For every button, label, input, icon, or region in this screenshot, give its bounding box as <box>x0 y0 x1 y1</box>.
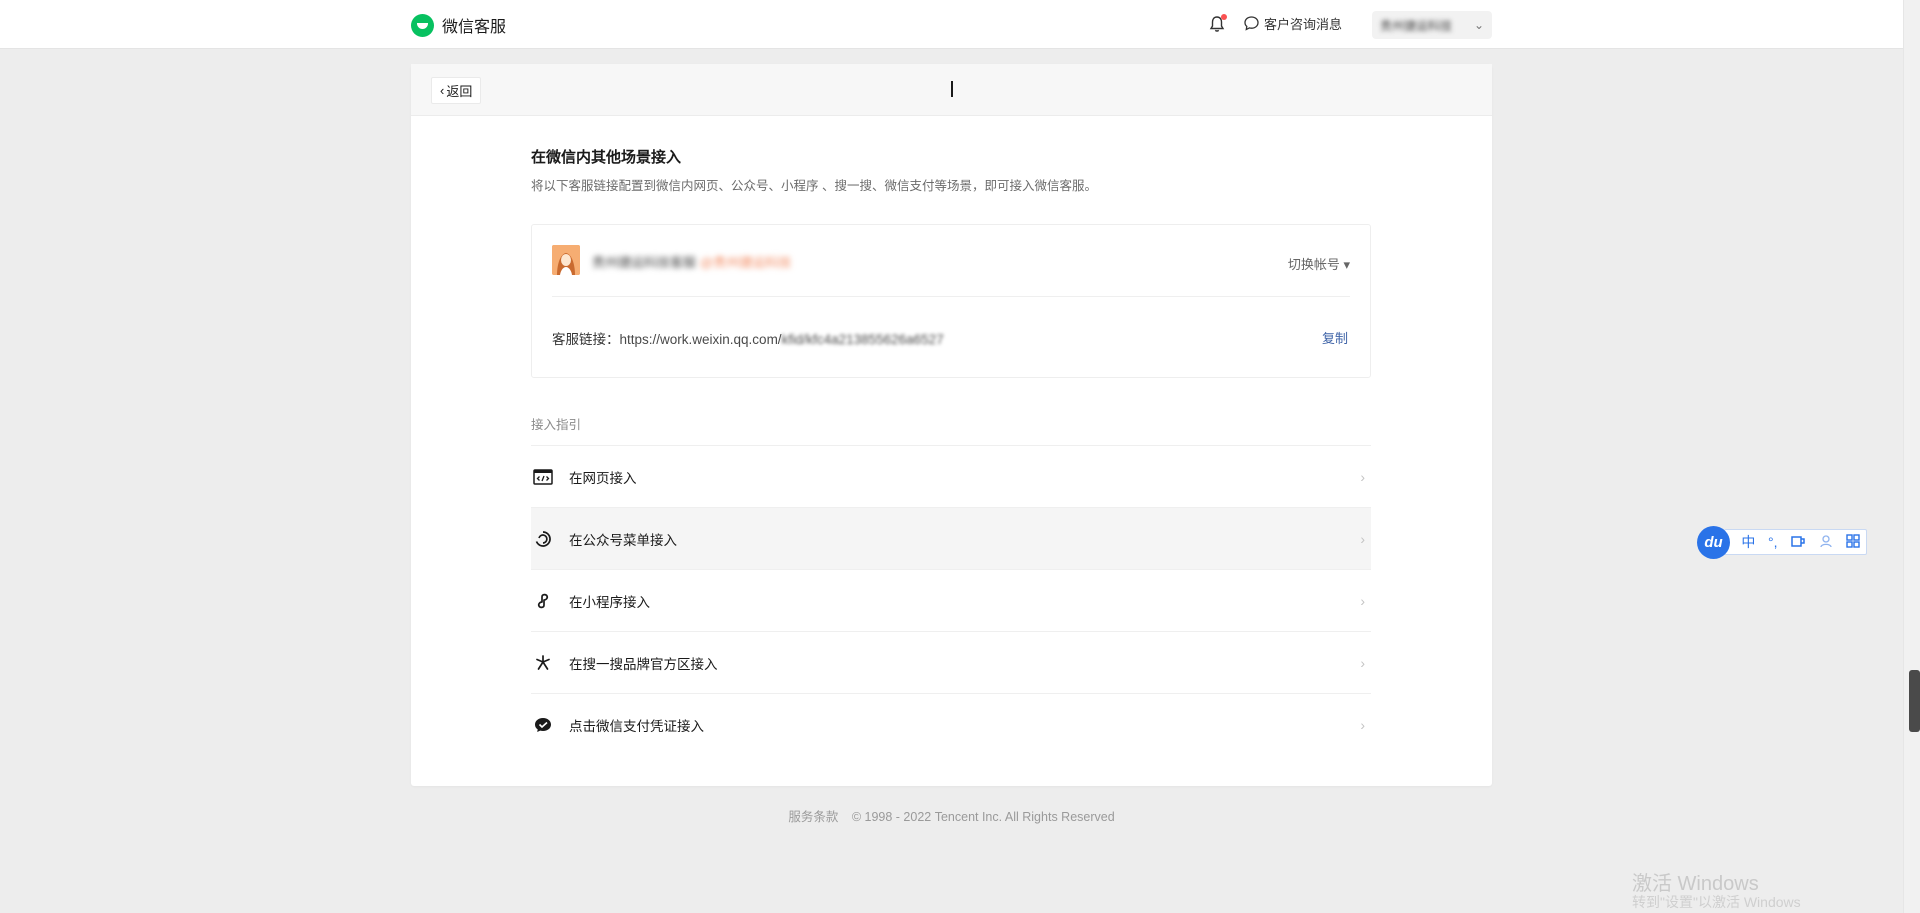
service-link-url: https://work.weixin.qq.com/kfid/kfc4a213… <box>619 332 944 347</box>
guide-list: 在网页接入 › 在公众号菜单接入 › 在小程序接入 › 在搜一搜品牌官方区接入 … <box>531 445 1371 756</box>
wechat-pay-icon <box>533 715 553 735</box>
scrollbar-handle[interactable] <box>1909 670 1920 732</box>
card-header: ‹ 返回 <box>411 64 1492 116</box>
guide-section-label: 接入指引 <box>531 418 582 432</box>
card-content: 在微信内其他场景接入 将以下客服链接配置到微信内网页、公众号、小程序 、搜一搜、… <box>531 146 1371 756</box>
chat-bubble-icon <box>1244 16 1259 31</box>
notification-dot <box>1221 14 1227 20</box>
chevron-right-icon: › <box>1360 717 1365 733</box>
windows-activation-watermark: 激活 Windows 转到"设置"以激活 Windows <box>1632 873 1801 910</box>
guide-item-label: 在公众号菜单接入 <box>569 532 677 548</box>
watermark-title: 激活 Windows <box>1632 873 1759 895</box>
wechat-logo-icon <box>411 13 434 37</box>
guide-item-mini-program[interactable]: 在小程序接入 › <box>531 570 1371 632</box>
ime-toolbar[interactable]: du 中 °, <box>1697 525 1867 559</box>
account-name: 贵州捷运科技 <box>1380 18 1453 33</box>
brand[interactable]: 微信客服 <box>411 13 506 37</box>
account-org: @贵州捷运科技 <box>700 255 792 270</box>
back-label: 返回 <box>446 84 473 99</box>
guide-item-webpage[interactable]: 在网页接入 › <box>531 446 1371 508</box>
text-cursor <box>951 81 953 97</box>
grid-icon[interactable] <box>1845 533 1860 551</box>
user-icon[interactable] <box>1819 534 1833 551</box>
guide-item-label: 在小程序接入 <box>569 594 650 610</box>
account-switcher[interactable]: 贵州捷运科技 ⌄ <box>1372 11 1492 39</box>
ime-bar: 中 °, <box>1724 529 1867 555</box>
switch-account-button[interactable]: 切换帐号 ▾ <box>1288 254 1350 273</box>
cup-icon[interactable] <box>1790 534 1806 551</box>
scrollbar[interactable] <box>1903 0 1920 913</box>
guide-item-official-account[interactable]: 在公众号菜单接入 › <box>531 508 1371 570</box>
chevron-right-icon: › <box>1360 530 1365 547</box>
official-account-icon <box>533 529 553 549</box>
mini-program-icon <box>533 591 553 611</box>
guide-item-label: 在搜一搜品牌官方区接入 <box>569 656 718 672</box>
copy-link-button[interactable]: 复制 <box>1322 328 1348 347</box>
account-display-name: 贵州捷运科技客服 @贵州捷运科技 <box>592 255 792 270</box>
service-link-row: 客服链接：https://work.weixin.qq.com/kfid/kfc… <box>552 328 944 348</box>
guide-item-label: 点击微信支付凭证接入 <box>569 719 704 734</box>
page-title: 在微信内其他场景接入 <box>531 149 682 166</box>
divider <box>552 296 1350 297</box>
guide-item-label: 在网页接入 <box>569 470 637 486</box>
webpage-code-icon <box>533 467 553 487</box>
ime-baidu-logo-icon[interactable]: du <box>1697 525 1730 559</box>
chevron-left-icon: ‹ <box>440 83 445 98</box>
terms-link[interactable]: 服务条款 <box>788 810 838 824</box>
ime-punct-toggle[interactable]: °, <box>1768 534 1778 550</box>
notification-bell[interactable] <box>1207 14 1227 34</box>
page-subtitle: 将以下客服链接配置到微信内网页、公众号、小程序 、搜一搜、微信支付等场景，即可接… <box>531 179 1097 193</box>
customer-messages-label: 客户咨询消息 <box>1264 17 1343 32</box>
customer-messages-link[interactable]: 客户咨询消息 <box>1243 14 1342 33</box>
chevron-right-icon: › <box>1360 468 1365 485</box>
guide-item-wechat-pay[interactable]: 点击微信支付凭证接入 › <box>531 694 1371 756</box>
chevron-right-icon: › <box>1360 654 1365 671</box>
main-card: ‹ 返回 在微信内其他场景接入 将以下客服链接配置到微信内网页、公众号、小程序 … <box>411 64 1492 786</box>
brand-title: 微信客服 <box>442 19 507 36</box>
service-link-box: 贵州捷运科技客服 @贵州捷运科技 切换帐号 ▾ 客服链接：https://work… <box>531 224 1371 378</box>
watermark-subtitle: 转到"设置"以激活 Windows <box>1632 894 1801 910</box>
avatar <box>552 245 580 275</box>
copyright: © 1998 - 2022 Tencent Inc. All Rights Re… <box>851 810 1115 824</box>
page-footer: 服务条款 © 1998 - 2022 Tencent Inc. All Righ… <box>0 806 1903 825</box>
chevron-down-icon: ⌄ <box>1473 18 1484 32</box>
back-button[interactable]: ‹ 返回 <box>431 77 482 104</box>
guide-item-search[interactable]: 在搜一搜品牌官方区接入 › <box>531 632 1371 694</box>
top-bar: 微信客服 客户咨询消息 贵州捷运科技 ⌄ <box>0 0 1903 49</box>
chevron-right-icon: › <box>1360 592 1365 609</box>
ime-mode-toggle[interactable]: 中 <box>1741 532 1755 552</box>
search-sparkle-icon <box>533 653 553 673</box>
service-link-label: 客服链接： <box>552 332 620 347</box>
